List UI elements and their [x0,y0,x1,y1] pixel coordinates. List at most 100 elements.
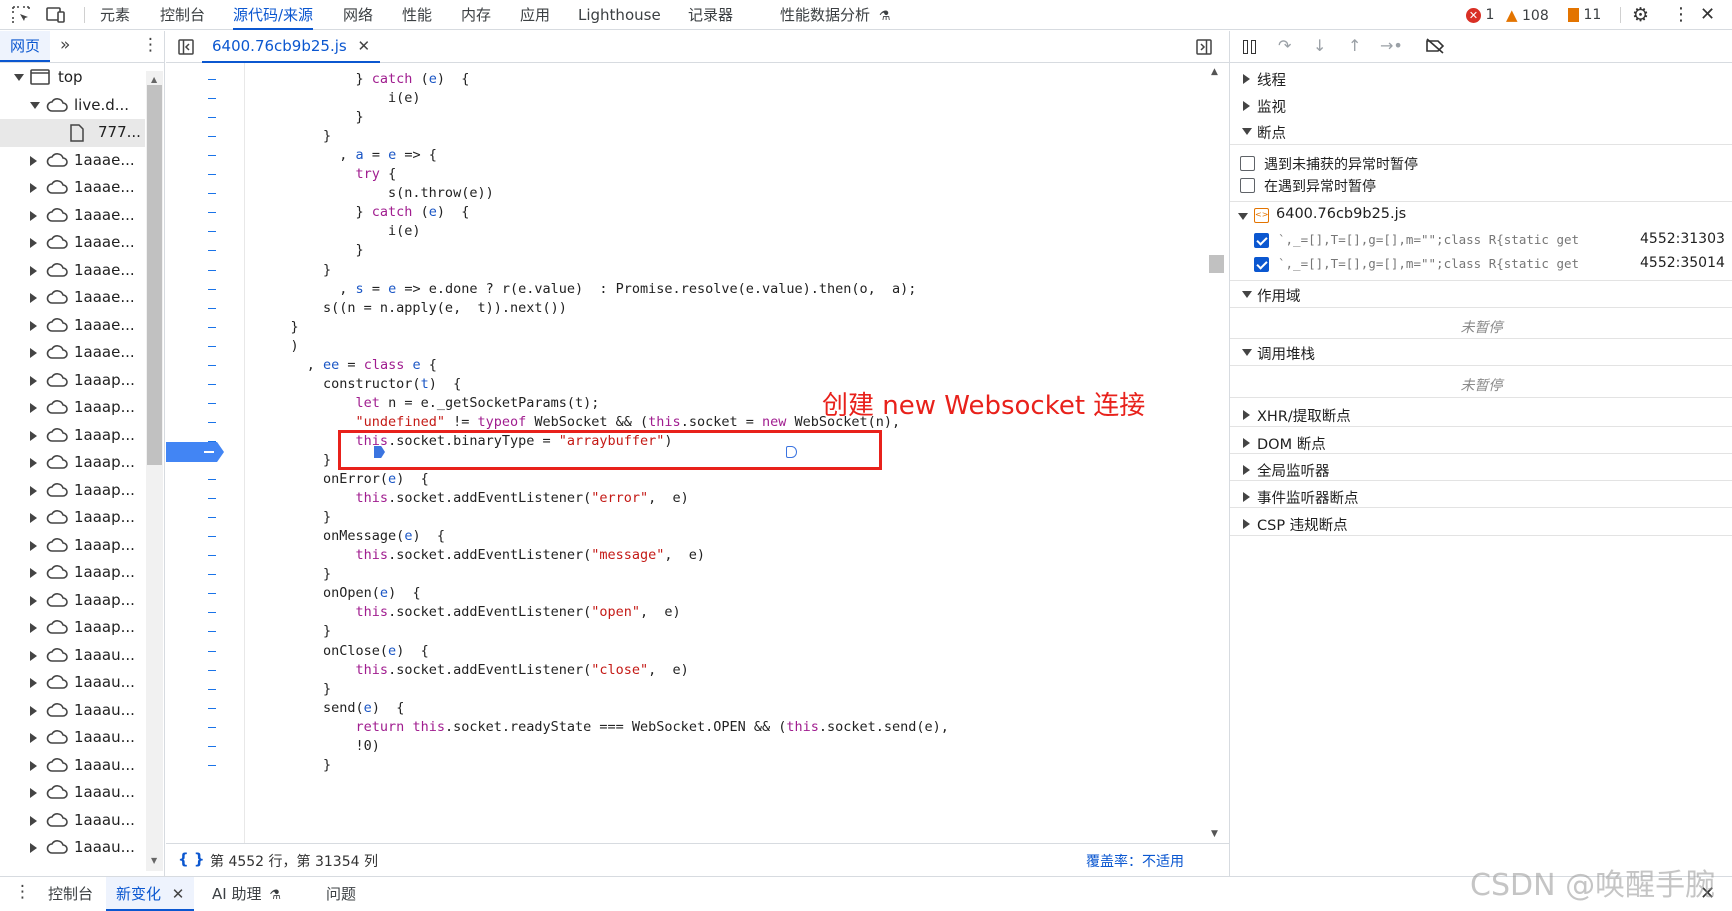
expand-arrow-icon[interactable] [30,815,37,826]
inspect-element-icon[interactable] [12,6,30,24]
collapse-arrow-icon[interactable] [14,74,24,81]
tree-item[interactable]: 1aaae... [0,229,145,257]
code-line[interactable]: send(e) { [258,698,404,719]
expand-arrow-icon[interactable] [30,788,37,798]
expand-arrow-icon[interactable] [30,375,37,386]
code-line[interactable]: this.socket.addEventListener("message", … [258,545,706,566]
device-toolbar-icon[interactable] [46,6,66,24]
code-line[interactable]: return this.socket.readyState === WebSoc… [258,717,949,738]
code-line[interactable]: } [258,564,331,585]
code-line[interactable]: } [258,679,331,700]
scroll-up-arrow-icon[interactable]: ▲ [151,75,157,84]
code-line[interactable]: } [258,450,331,471]
drawer-tab-ai-assistant[interactable]: AI 助理 ⚗ [206,877,287,911]
code-editor[interactable]: } catch (e) { i(e) } } , a = e => { try … [166,63,1229,843]
expand-arrow-icon[interactable] [30,183,37,193]
expand-arrow-icon[interactable] [30,348,37,358]
more-options-icon[interactable]: ⋮ [1672,4,1690,25]
expand-arrow-icon[interactable] [30,238,37,248]
code-line[interactable]: let n = e._getSocketParams(t); [258,393,600,414]
code-line[interactable]: !0) [258,736,380,757]
code-line[interactable]: i(e) [258,88,421,109]
tree-item[interactable]: 1aaap... [0,614,145,642]
tree-item[interactable]: 1aaau... [0,834,145,862]
tree-item[interactable]: 1aaae... [0,339,145,367]
close-devtools-icon[interactable]: ✕ [1700,4,1715,25]
code-line[interactable]: , s = e => e.done ? r(e.value) : Promise… [258,279,916,300]
breakpoint-item[interactable]: `,_=[],T=[],g=[],m="";class R{static get… [1230,253,1732,276]
editor-scrollbar-thumb[interactable] [1209,255,1224,273]
pause-uncaught-checkbox[interactable] [1240,156,1255,171]
expand-arrow-icon[interactable] [30,210,37,221]
toggle-debugger-icon[interactable] [1196,39,1212,55]
code-line[interactable]: try { [258,164,397,185]
breakpoint-item[interactable]: `,_=[],T=[],g=[],m="";class R{static get… [1230,229,1732,252]
tree-item[interactable]: 1aaau... [0,779,145,807]
section-threads[interactable]: 线程 [1230,65,1732,92]
breakpoint-checkbox[interactable] [1254,233,1269,248]
tree-item[interactable]: 1aaap... [0,477,145,505]
expand-arrow-icon[interactable] [30,843,37,853]
section-call-stack[interactable]: 调用堆栈 [1230,339,1732,366]
expand-arrow-icon[interactable] [30,403,37,413]
step-over-icon[interactable]: ↷ [1278,36,1291,55]
code-line[interactable]: this.socket.addEventListener("open", e) [258,602,681,623]
code-line[interactable]: } [258,260,331,281]
section-scope[interactable]: 作用域 [1230,281,1732,308]
expand-arrow-icon[interactable] [30,485,37,496]
code-line[interactable]: onMessage(e) { [258,526,445,547]
drawer-menu-icon[interactable]: ⋮ [14,882,31,902]
editor-scroll-down-icon[interactable]: ▼ [1211,829,1218,839]
step-into-icon[interactable]: ↓ [1313,36,1326,55]
breakpoint-file-group[interactable]: <> 6400.76cb9b25.js [1230,204,1732,228]
tab-sources[interactable]: 源代码/来源 [233,0,314,30]
expand-arrow-icon[interactable] [30,650,37,661]
expand-arrow-icon[interactable] [30,293,37,303]
expand-arrow-icon[interactable] [30,265,37,276]
expand-arrow-icon[interactable] [30,458,37,468]
warning-counter[interactable]: ▲ 108 [1506,6,1549,24]
code-line[interactable]: this.socket.addEventListener("error", e) [258,488,689,509]
drawer-tab-issues[interactable]: 问题 [318,877,364,911]
code-line[interactable]: onError(e) { [258,469,429,490]
code-line[interactable]: constructor(t) { [258,374,461,395]
tab-console[interactable]: 控制台 [160,0,205,30]
code-line[interactable]: } [258,240,364,261]
expand-arrow-icon[interactable] [30,540,37,551]
code-line[interactable]: } [258,126,331,147]
pretty-print-icon[interactable]: { } [178,850,205,868]
editor-scroll-up-icon[interactable]: ▲ [1211,67,1218,77]
section-dom-breakpoints[interactable]: DOM 断点 [1230,429,1732,456]
navigator-scrollbar[interactable]: ▲ ▼ [146,71,163,871]
tab-memory[interactable]: 内存 [461,0,491,30]
tree-item[interactable]: 1aaae... [0,147,145,175]
expand-arrow-icon[interactable] [30,623,37,633]
tree-item[interactable]: 1aaap... [0,422,145,450]
pause-caught-checkbox[interactable] [1240,178,1255,193]
code-line[interactable]: s(n.throw(e)) [258,183,494,204]
tree-item[interactable]: 1aaau... [0,642,145,670]
expand-arrow-icon[interactable] [30,705,37,716]
scrollbar-thumb[interactable] [147,85,162,465]
drawer-tab-console[interactable]: 控制台 [36,877,105,911]
tree-item[interactable]: 1aaap... [0,394,145,422]
tree-item[interactable]: 1aaau... [0,724,145,752]
tree-item[interactable]: 1aaap... [0,504,145,532]
code-line[interactable]: onClose(e) { [258,641,429,662]
tab-recorder[interactable]: 记录器 [688,0,733,30]
tree-item[interactable]: 777... [0,119,145,147]
code-line[interactable]: } [258,107,364,128]
tab-lighthouse[interactable]: Lighthouse [578,0,661,30]
tab-performance[interactable]: 性能 [402,0,432,30]
section-xhr-breakpoints[interactable]: XHR/提取断点 [1230,401,1732,428]
tree-item[interactable]: 1aaau... [0,807,145,835]
tab-elements[interactable]: 元素 [100,0,130,30]
expand-arrow-icon[interactable] [30,513,37,523]
code-line[interactable]: i(e) [258,221,421,242]
settings-gear-icon[interactable]: ⚙ [1632,4,1649,26]
tab-application[interactable]: 应用 [520,0,550,30]
code-line[interactable]: , a = e => { [258,145,437,166]
breakpoint-checkbox[interactable] [1254,257,1269,272]
code-line[interactable]: } [258,755,331,776]
navigator-menu-icon[interactable]: ⋮ [142,35,159,55]
